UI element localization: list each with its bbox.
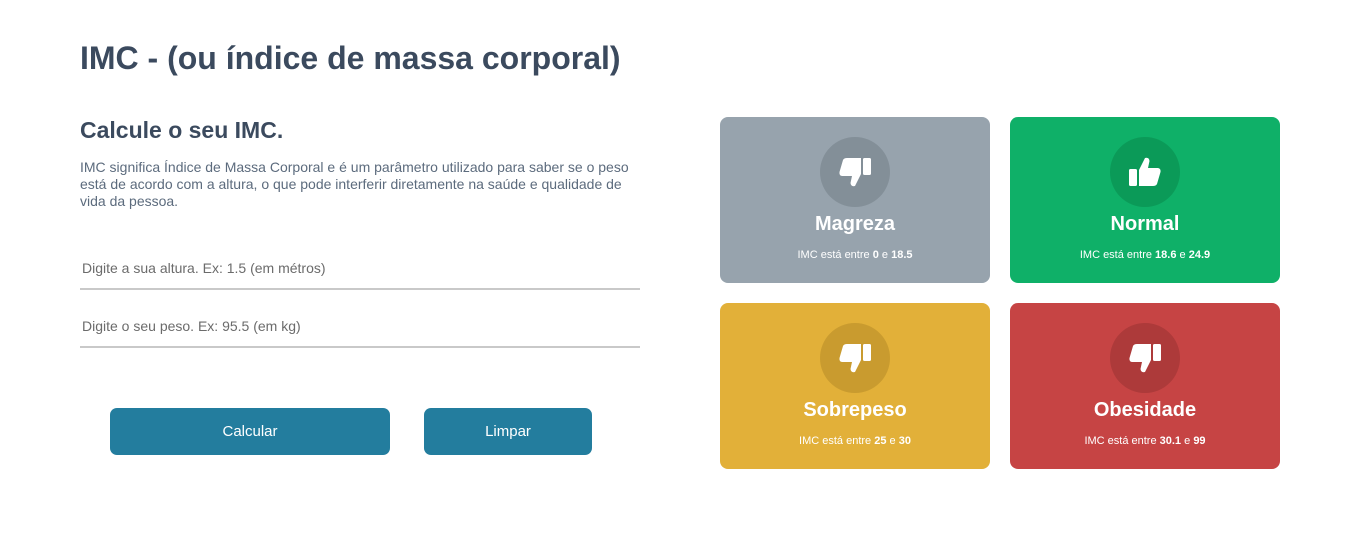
category-range: IMC está entre 30.1 e 99 (1084, 435, 1206, 447)
category-range: IMC está entre 0 e 18.5 (797, 249, 913, 261)
category-name: Magreza (814, 213, 896, 235)
category-name: Sobrepeso (803, 399, 907, 421)
category-name: Normal (1110, 213, 1180, 235)
category-range: IMC está entre 25 e 30 (799, 435, 911, 447)
calcular-button[interactable]: Calcular (110, 408, 390, 455)
card-obesidade: Obesidade IMC está entre 30.1 e 99 (1010, 303, 1280, 469)
card-sobrepeso: Sobrepeso IMC está entre 25 e 30 (720, 303, 990, 469)
peso-input[interactable] (80, 306, 640, 346)
page-title: IMC - (ou índice de massa corporal) (80, 40, 621, 76)
imc-form: Calcule o seu IMC. IMC significa Índice … (80, 117, 640, 455)
thumbs-down-icon (820, 323, 890, 393)
form-subtitle: Calcule o seu IMC. (80, 117, 284, 143)
limpar-button[interactable]: Limpar (424, 408, 592, 455)
altura-input[interactable] (80, 248, 640, 288)
altura-field (80, 248, 640, 290)
thumbs-down-icon (1110, 323, 1180, 393)
card-normal: Normal IMC está entre 18.6 e 24.9 (1010, 117, 1280, 283)
thumbs-up-icon (1110, 137, 1180, 207)
category-range: IMC está entre 18.6 e 24.9 (1079, 249, 1211, 261)
peso-field (80, 306, 640, 348)
thumbs-down-icon (820, 137, 890, 207)
form-description: IMC significa Índice de Massa Corporal e… (80, 159, 629, 209)
category-name: Obesidade (1093, 399, 1197, 421)
card-magreza: Magreza IMC está entre 0 e 18.5 (720, 117, 990, 283)
